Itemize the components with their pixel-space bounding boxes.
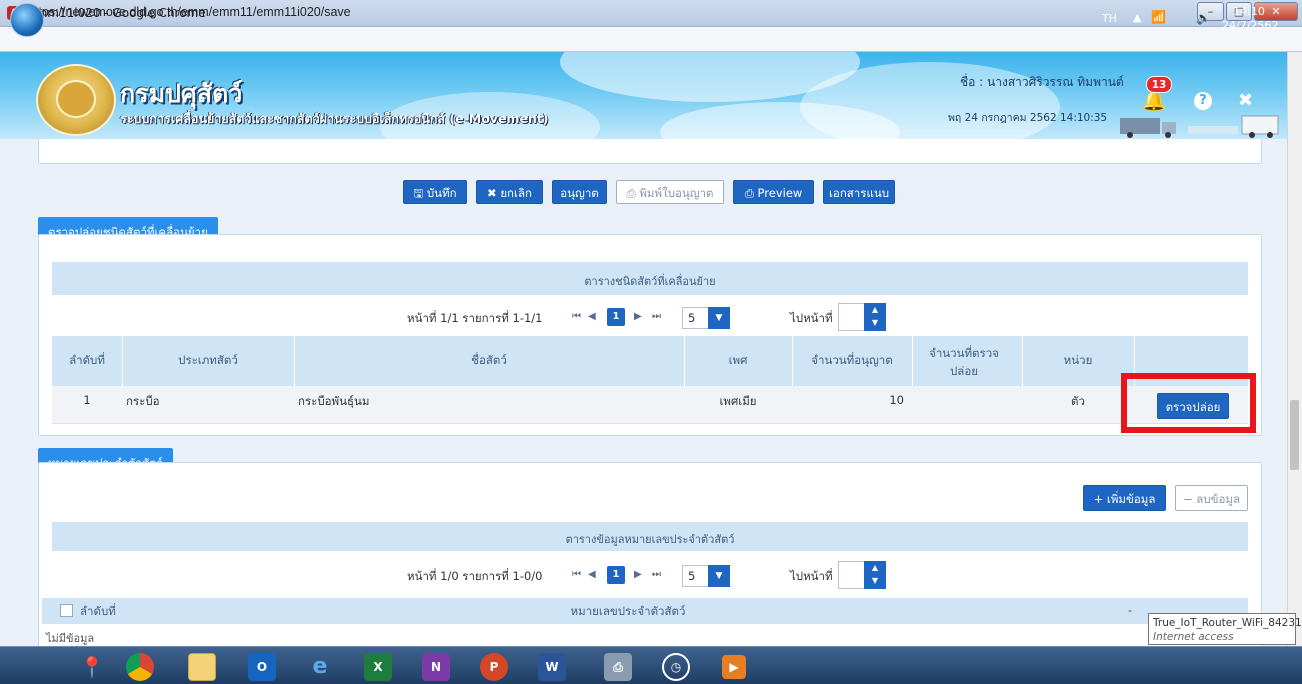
id-goto-input[interactable]: ▲ ▼ [838,561,886,589]
truck-illustration [1120,115,1279,138]
logo-emblem [56,80,96,118]
help-icon[interactable]: ? [1194,92,1212,110]
col-id-trailing: - [1127,603,1133,617]
last-page-icon[interactable]: ⏭ [652,308,661,326]
save-button[interactable]: 🖫 บันทึก [403,180,467,204]
outlook-icon[interactable]: O [248,653,276,681]
excel-icon[interactable]: X [364,653,392,681]
chevron-down-icon[interactable]: ▼ [708,565,730,587]
release-goto-input[interactable]: ▲ ▼ [838,303,886,331]
empty-message: ไม่มีข้อมูล [46,632,95,645]
network-name: True_IoT_Router_WiFi_84231 [1153,617,1302,629]
word-icon[interactable]: W [538,653,566,681]
select-all-checkbox[interactable] [60,604,73,617]
approve-button[interactable]: อนุญาต [552,180,607,204]
notification-badge[interactable]: 13 [1146,76,1172,93]
network-tooltip: True_IoT_Router_WiFi_84231 Internet acce… [1148,613,1302,645]
chrome-icon[interactable] [126,653,154,681]
current-page[interactable]: 1 [607,308,625,326]
release-page-size-select[interactable]: 5 ▼ [682,307,730,329]
print-permit-button[interactable]: ⎙ พิมพ์ใบอนุญาต [616,180,724,204]
address-bar[interactable] [0,27,1302,52]
internet-explorer-icon[interactable]: e [306,653,334,681]
clock-app-icon[interactable]: ◷ [662,653,690,681]
chevron-down-icon[interactable]: ▼ [708,307,730,329]
add-record-button[interactable]: + เพิ่มข้อมูล [1083,485,1166,511]
page-scrollbar[interactable] [1287,52,1302,646]
id-pager-controls: ⏮ ◀ 1 ▶ ⏭ [572,566,678,584]
clock-date: 24/7/2562 [1222,19,1279,32]
col-sex: เพศ [728,353,748,367]
prev-page-icon[interactable]: ◀ [588,566,596,584]
header-datetime: พฤ 24 กรกฎาคม 2562 14:10:35 [948,112,1108,124]
next-page-icon[interactable]: ▶ [634,308,642,326]
onenote-icon[interactable]: N [422,653,450,681]
close-icon[interactable]: ✖ [1238,90,1253,111]
row-unit: ตัว [1071,394,1085,408]
page-size-value: 5 [688,311,696,325]
id-goto-label: ไปหน้าที่ [790,569,833,583]
preview-button[interactable]: ⎙ Preview [733,180,814,204]
release-goto-label: ไปหน้าที่ [790,311,833,325]
cancel-button[interactable]: ✖ ยกเลิก [476,180,543,204]
next-page-icon[interactable]: ▶ [634,566,642,584]
release-pager-text: หน้าที่ 1/1 รายการที่ 1-1/1 [407,311,543,325]
col-animal-name: ชื่อสัตว์ [471,353,507,367]
url-text[interactable]: https://newemove.dld.go.th/emm/emm11/emm… [28,5,351,19]
system-subtitle: ระบบการเคลื่อนย้ายสัตว์และซากสัตว์ผ่านระ… [120,111,549,126]
powerpoint-icon[interactable]: P [480,653,508,681]
id-pager-text: หน้าที่ 1/0 รายการที่ 1-0/0 [407,569,543,583]
release-table-title: ตารางชนิดสัตว์ที่เคลื่อนย้าย [584,275,716,288]
col-permitted: จำนวนที่อนุญาต [811,353,893,367]
row-permitted: 10 [889,393,904,407]
release-pager-controls: ⏮ ◀ 1 ▶ ⏭ [572,308,678,326]
page-viewport: กรมปศุสัตว์ ระบบการเคลื่อนย้ายสัตว์และซา… [0,52,1287,646]
attachments-button[interactable]: เอกสารแนบ [823,180,895,204]
prev-page-icon[interactable]: ◀ [588,308,596,326]
id-page-size-select[interactable]: 5 ▼ [682,565,730,587]
row-animal-type: กระบือ [126,394,160,408]
pin-icon[interactable]: 📍 [78,653,106,681]
col-animal-id: หมายเลขประจำตัวสัตว์ [570,604,686,618]
system-clock[interactable]: 14:10 24/7/2562 [1222,5,1279,33]
page-size-value: 5 [688,569,696,583]
col-animal-type: ประเภทสัตว์ [178,353,238,367]
row-sex: เพศเมีย [719,394,757,408]
spinner-icon[interactable]: ▲ ▼ [864,561,886,589]
department-name: กรมปศุสัตว์ [120,79,243,108]
user-name: ชื่อ : นางสาวศิริวรรณ ทิมพานต์ [960,75,1124,89]
tray-expand-icon[interactable]: ▲ [1133,11,1141,24]
media-player-icon[interactable]: ▶ [722,655,746,679]
delete-record-button[interactable]: − ลบข้อมูล [1175,485,1248,511]
language-indicator[interactable]: TH [1102,12,1117,25]
volume-icon[interactable]: 🔈 [1196,11,1211,25]
last-page-icon[interactable]: ⏭ [652,566,661,584]
col-released: จำนวนที่ตรวจปล่อย [929,346,999,378]
col-id-no: ลำดับที่ [80,604,116,618]
id-table-title: ตารางข้อมูลหมายเลขประจำตัวสัตว์ [565,533,735,546]
start-button[interactable] [10,3,44,37]
release-inspect-button[interactable]: ตรวจปล่อย [1157,393,1229,419]
scrollbar-thumb[interactable] [1290,400,1299,470]
top-panel [38,139,1262,164]
row-animal-name: กระบือพันธุ์นม [298,394,370,408]
file-explorer-icon[interactable] [188,653,216,681]
spinner-icon[interactable]: ▲ ▼ [864,303,886,331]
clock-time: 14:10 [1233,5,1265,18]
col-unit: หน่วย [1063,353,1093,367]
printer-icon[interactable]: ⎙ [604,653,632,681]
first-page-icon[interactable]: ⏮ [572,566,581,584]
current-page[interactable]: 1 [607,566,625,584]
first-page-icon[interactable]: ⏮ [572,308,581,326]
row-no: 1 [83,393,91,407]
network-status: Internet access [1153,631,1234,643]
col-no: ลำดับที่ [69,353,105,367]
wifi-signal-icon[interactable]: 📶 [1151,10,1166,24]
